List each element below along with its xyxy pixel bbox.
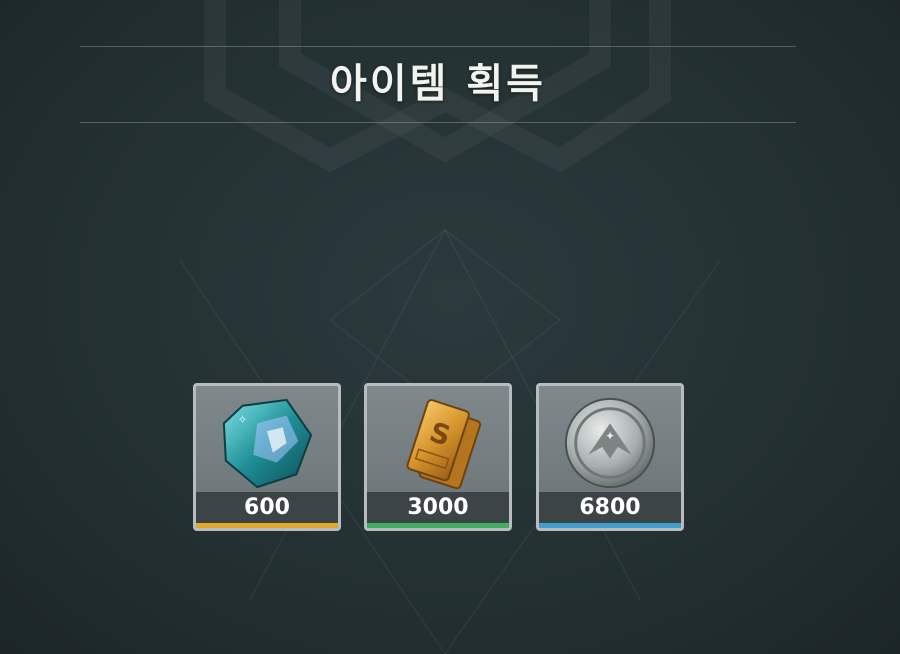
reward-item-silver-coin[interactable]: ✦ 6800 xyxy=(536,383,684,531)
gold-bar-icon: S xyxy=(406,399,482,490)
rarity-strip xyxy=(539,523,681,528)
rarity-strip xyxy=(196,523,338,528)
reward-item-crystal[interactable]: ✧ 600 xyxy=(193,383,341,531)
page-title: 아이템 획득 xyxy=(330,61,546,107)
title-banner: 아이템 획득 xyxy=(80,46,796,123)
blue-crystal-icon: ✧ xyxy=(222,398,313,489)
silver-coin-icon: ✦ xyxy=(564,397,656,489)
reward-count: 3000 xyxy=(367,492,509,523)
svg-text:✦: ✦ xyxy=(605,429,615,443)
reward-count: 6800 xyxy=(539,492,681,523)
rarity-strip xyxy=(367,523,509,528)
reward-count: 600 xyxy=(196,492,338,523)
svg-text:✧: ✧ xyxy=(238,412,248,426)
reward-item-gold-bar[interactable]: S 3000 xyxy=(364,383,512,531)
title-divider-bottom xyxy=(80,122,796,123)
